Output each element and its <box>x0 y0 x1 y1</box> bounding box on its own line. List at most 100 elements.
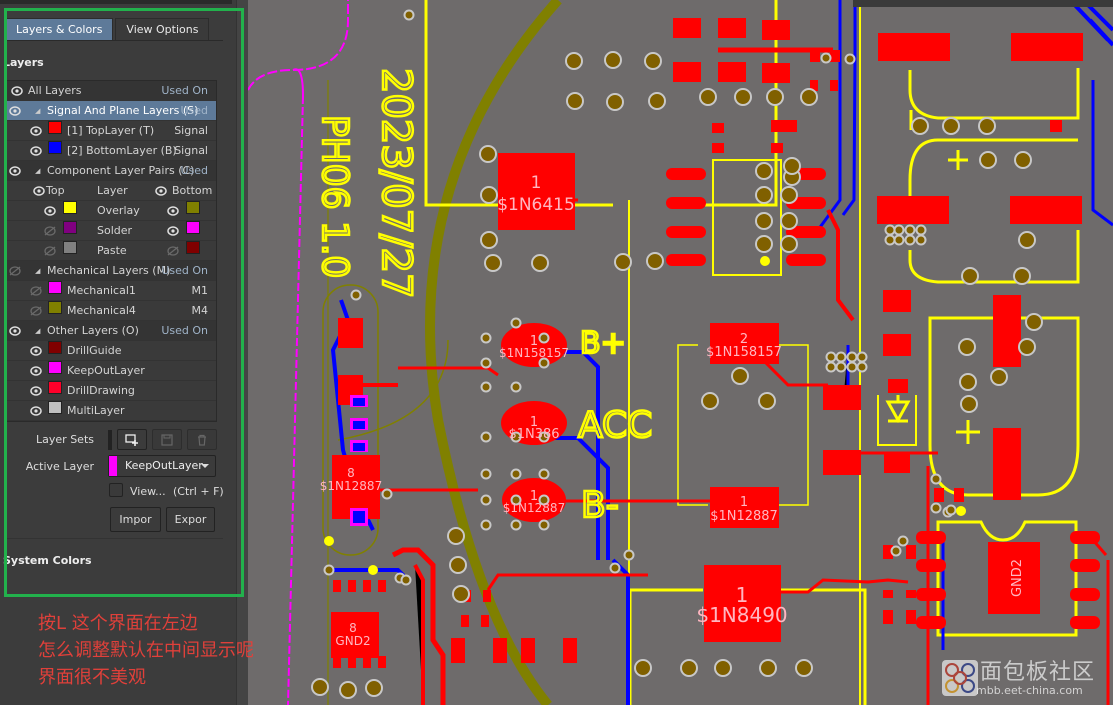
tab-layers-colors[interactable]: Layers & Colors <box>5 18 114 40</box>
layer-row[interactable]: Top Layer Bottom <box>6 181 216 201</box>
through-hole-pad <box>565 52 583 70</box>
save-layer-set-button[interactable] <box>152 429 182 450</box>
layer-row[interactable]: ◢ Component Layer Pairs (C) Used <box>6 161 216 181</box>
smd-r <box>451 638 465 663</box>
layer-color-swatch[interactable] <box>48 341 62 354</box>
eye-hidden-icon[interactable] <box>44 221 56 241</box>
eye-icon[interactable] <box>167 201 179 221</box>
via <box>480 431 492 443</box>
bottom-layer-color-swatch[interactable] <box>186 221 200 234</box>
eye-icon[interactable] <box>30 381 42 401</box>
collapse-triangle-icon[interactable]: ◢ <box>35 161 40 181</box>
layer-row[interactable]: [2] BottomLayer (B) Signal <box>6 141 216 161</box>
eye-icon[interactable] <box>30 361 42 381</box>
eye-icon[interactable] <box>11 81 23 101</box>
soic-pad-right <box>916 588 946 601</box>
pad-small-1 <box>338 318 363 348</box>
layer-row[interactable]: [1] TopLayer (T) Signal <box>6 121 216 141</box>
eye-icon[interactable] <box>33 181 45 201</box>
through-hole-pad <box>480 231 498 249</box>
via <box>381 488 393 500</box>
collapse-triangle-icon[interactable]: ◢ <box>35 261 40 281</box>
layer-row[interactable]: ◢ Mechanical Layers (M) Used On <box>6 261 216 281</box>
export-button[interactable]: Expor <box>166 507 215 532</box>
view-checkbox[interactable] <box>109 483 123 497</box>
layer-color-swatch[interactable] <box>48 401 62 414</box>
import-button[interactable]: Impor <box>110 507 161 532</box>
silk-date-text: 2023/07/27 <box>373 68 419 299</box>
layer-row[interactable]: Paste <box>6 241 216 261</box>
eye-icon[interactable] <box>30 341 42 361</box>
layer-sets-dropdown-edge[interactable] <box>108 430 112 450</box>
through-hole-pad <box>1018 338 1036 356</box>
layer-color-swatch[interactable] <box>48 361 62 374</box>
eye-hidden-icon[interactable] <box>167 241 179 261</box>
pcb-canvas[interactable]: 2023/07/27 PH06 1.0 B+ ACC B- 1 $1N6415 … <box>248 0 1113 705</box>
eye-icon[interactable] <box>9 321 21 341</box>
layer-color-swatch[interactable] <box>48 141 62 154</box>
active-layer-dropdown[interactable]: KeepOutLayer <box>108 455 216 477</box>
eye-icon[interactable] <box>9 101 21 121</box>
top-layer-color-swatch[interactable] <box>63 241 77 254</box>
layer-color-swatch[interactable] <box>48 121 62 134</box>
layer-row[interactable]: DrillGuide <box>6 341 216 361</box>
layer-color-swatch[interactable] <box>48 281 62 294</box>
via <box>323 564 335 576</box>
eye-icon[interactable] <box>30 121 42 141</box>
panel-splitter[interactable] <box>236 0 248 705</box>
layer-row[interactable]: All Layers Used On <box>6 81 216 101</box>
collapse-triangle-icon[interactable]: ◢ <box>35 321 40 341</box>
layer-row[interactable]: ◢ Other Layers (O) Used On <box>6 321 216 341</box>
eye-icon[interactable] <box>30 141 42 161</box>
layer-row[interactable]: Mechanical4 M4 <box>6 301 216 321</box>
eye-hidden-icon[interactable] <box>9 261 21 281</box>
via <box>930 473 942 485</box>
layer-row[interactable]: Solder <box>6 221 216 241</box>
eye-hidden-icon[interactable] <box>30 301 42 321</box>
eye-icon[interactable] <box>167 221 179 241</box>
smd-r <box>830 80 838 91</box>
layer-row[interactable]: Mechanical1 M1 <box>6 281 216 301</box>
via <box>538 332 550 344</box>
layers-section-title[interactable]: Layers <box>3 56 44 69</box>
canvas-toolstrip[interactable] <box>853 0 1113 7</box>
layer-row-type: Signal <box>174 124 208 137</box>
system-colors-title[interactable]: System Colors <box>3 554 92 567</box>
tab-view-options[interactable]: View Options <box>115 18 210 40</box>
layer-row[interactable]: DrillDrawing <box>6 381 216 401</box>
bottom-layer-color-swatch[interactable] <box>186 201 200 214</box>
through-hole-pad <box>960 395 978 413</box>
via <box>846 361 858 373</box>
pair-layer-label: Overlay <box>97 204 140 217</box>
eye-hidden-icon[interactable] <box>30 281 42 301</box>
layer-row[interactable]: MultiLayer <box>6 401 216 421</box>
layer-group-label: Other Layers (O) <box>47 324 139 337</box>
layer-list: All Layers Used On ◢ Signal And Plane Layer… <box>5 80 217 422</box>
eye-hidden-icon[interactable] <box>44 241 56 261</box>
delete-layer-set-button[interactable] <box>187 429 217 450</box>
bottom-layer-color-swatch[interactable] <box>186 241 200 254</box>
through-hole-pad <box>648 92 666 110</box>
eye-icon[interactable] <box>155 181 167 201</box>
via <box>915 234 927 246</box>
smd-r <box>762 20 790 40</box>
via <box>480 357 492 369</box>
layer-row[interactable]: Overlay <box>6 201 216 221</box>
top-layer-color-swatch[interactable] <box>63 221 77 234</box>
eye-icon[interactable] <box>9 161 21 181</box>
eye-icon[interactable] <box>44 201 56 221</box>
collapse-triangle-icon[interactable]: ◢ <box>35 101 40 121</box>
through-hole-pad <box>780 186 798 204</box>
layer-color-swatch[interactable] <box>48 381 62 394</box>
pad-label-net: $1N8490 <box>696 603 787 627</box>
layer-color-swatch[interactable] <box>48 301 62 314</box>
add-layer-set-button[interactable] <box>117 429 147 450</box>
layer-row[interactable]: KeepOutLayer <box>6 361 216 381</box>
layer-row[interactable]: ◢ Signal And Plane Layers (S) Used <box>6 101 216 121</box>
smd-r <box>521 638 535 663</box>
pair-layer-label: Solder <box>97 224 133 237</box>
eye-icon[interactable] <box>30 401 42 421</box>
via <box>856 361 868 373</box>
via <box>893 234 905 246</box>
top-layer-color-swatch[interactable] <box>63 201 77 214</box>
